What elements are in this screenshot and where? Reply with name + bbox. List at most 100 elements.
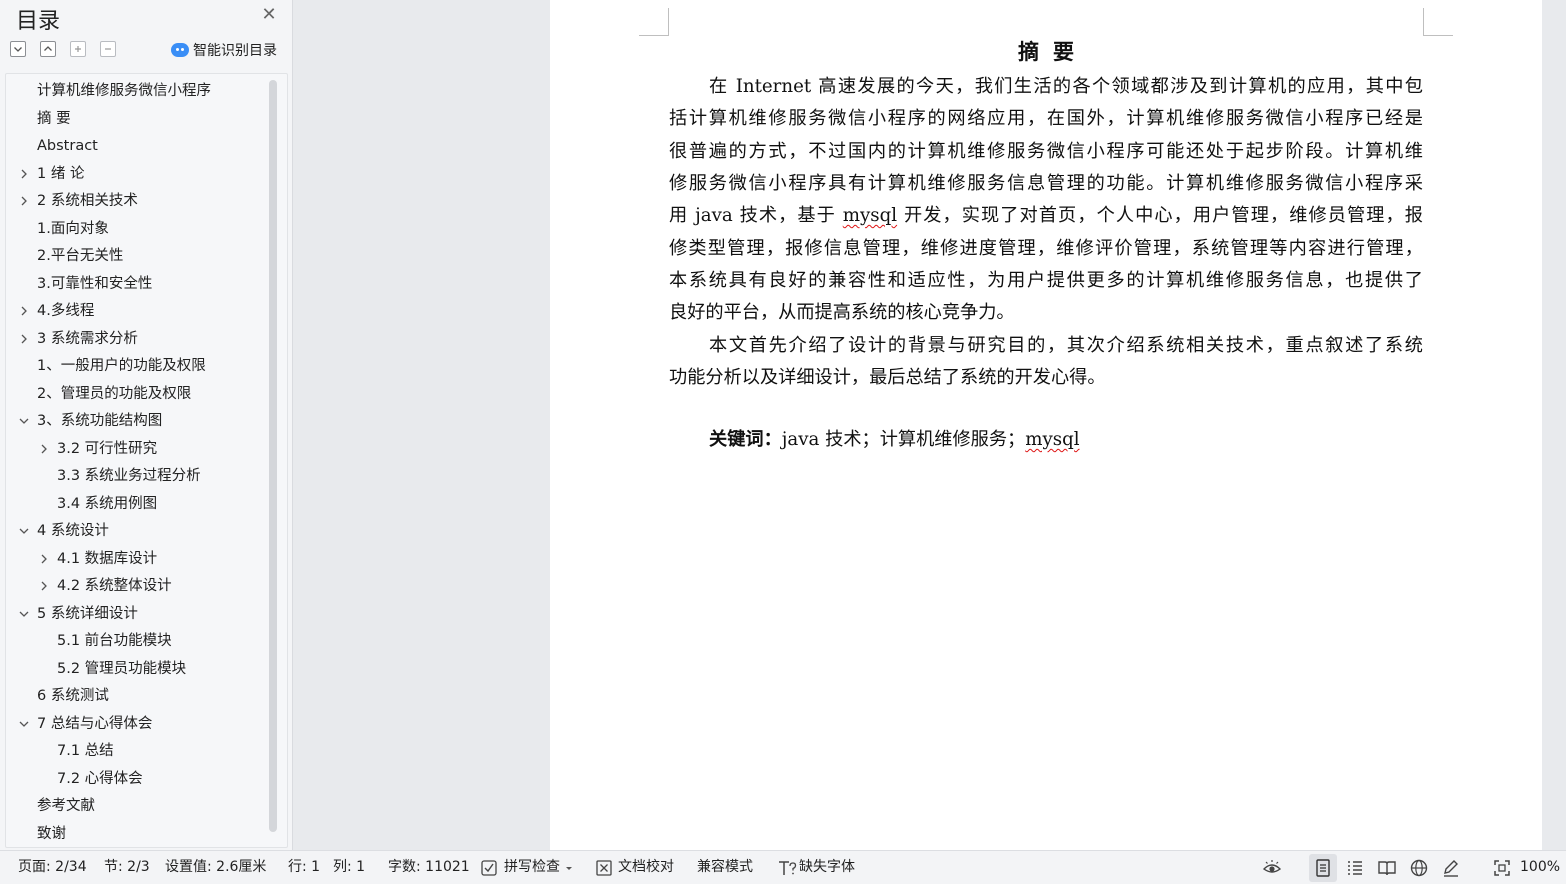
toc-item[interactable]: 3.可靠性和安全性 [15,271,152,297]
toc-title: 目录 [16,9,61,34]
toc-item[interactable]: 4.2 系统整体设计 [35,573,172,599]
compat-mode-label[interactable]: 兼容模式 [697,851,753,884]
setting-value[interactable]: 设置值: 2.6厘米 [165,851,266,884]
expand-all-icon[interactable] [40,41,56,57]
text-run: 良好的平台，从而提高系统的核心竞争力。 [669,302,1015,323]
toc-item[interactable]: 7.1 总结 [35,738,114,764]
toc-item-label: 7.1 总结 [57,743,114,759]
text-run: 功能分析以及详细设计，最后总结了系统的开发心得。 [669,367,1106,388]
spell-check-button[interactable]: 拼写检查 [480,851,574,884]
paragraph-line: 括计算机维修服务微信小程序的网络应用，在国外，计算机维修服务微信小程序已经是 [669,103,1423,135]
chevron-right-icon[interactable] [17,332,31,346]
toc-item[interactable]: 5 系统详细设计 [15,601,138,627]
toc-item[interactable]: 4 系统设计 [15,518,109,544]
toc-scrollbar[interactable] [269,80,277,832]
toc-item-label: 2、管理员的功能及权限 [37,385,192,402]
write-mode-icon[interactable] [1441,858,1461,878]
toc-item[interactable]: 5.2 管理员功能模块 [35,656,186,682]
web-view-icon[interactable] [1409,858,1429,878]
chevron-down-icon[interactable] [17,414,31,428]
missing-font-button[interactable]: 缺失字体 [777,851,855,884]
toc-item-label: 4.多线程 [37,303,95,319]
add-item-icon[interactable] [70,41,86,57]
ai-assistant-icon [171,43,189,57]
keywords-line: 关键词：java 技术；计算机维修服务；mysql [669,424,1423,456]
chevron-right-icon[interactable] [37,579,51,593]
text-run: 括计算机维修服务微信小程序的网络应用，在国外，计算机维修服务微信小程序已经是 [669,108,1423,129]
document-right-margin [1542,0,1566,850]
reading-view-icon[interactable] [1377,858,1397,878]
chevron-right-icon[interactable] [17,304,31,318]
document-margin-area [294,0,550,850]
toc-item-label: 3.3 系统业务过程分析 [57,468,201,484]
proofread-label: 文档校对 [618,859,674,875]
toc-item[interactable]: 计算机维修服务微信小程序 [15,78,211,104]
zoom-level[interactable]: 100% [1520,851,1560,884]
paragraph-line: 功能分析以及详细设计，最后总结了系统的开发心得。 [669,362,1423,394]
page-view-icon[interactable] [1309,854,1337,882]
proofread-button[interactable]: 文档校对 [595,851,674,884]
text-run: 修服务微信小程序具有计算机维修服务信息管理的功能。计算机维修服务微信小程序采 [669,173,1423,194]
abstract-heading: 摘要 [1018,39,1088,64]
toc-item[interactable]: 5.1 前台功能模块 [35,628,172,654]
text-run: 用 java 技术，基于 [669,205,843,226]
chevron-down-icon[interactable] [17,524,31,538]
toc-item[interactable]: 3.3 系统业务过程分析 [35,463,201,489]
fullscreen-icon[interactable] [1492,858,1512,878]
collapse-all-icon[interactable] [10,41,26,57]
toc-item[interactable]: 3.2 可行性研究 [35,436,157,462]
text-run: 在 Internet 高速发展的今天，我们生活的各个领域都涉及到计算机的应用，其… [709,76,1423,97]
toc-item[interactable]: 3.4 系统用例图 [35,491,157,517]
toc-item[interactable]: 致谢 [15,821,66,847]
row-indicator[interactable]: 行: 1 [288,851,320,884]
toc-item[interactable]: 7 总结与心得体会 [15,711,152,737]
text-run: 开发，实现了对首页，个人中心，用户管理，维修员管理，报 [897,205,1423,226]
remove-item-icon[interactable] [100,41,116,57]
toc-item[interactable]: 7.2 心得体会 [35,766,143,792]
toc-item[interactable]: Abstract [15,133,98,159]
toc-item[interactable]: 1 绪 论 [15,161,84,187]
toc-item-label: 2 系统相关技术 [37,193,138,209]
close-icon[interactable]: ✕ [259,5,279,25]
smart-toc-button[interactable]: 智能识别目录 [171,40,277,60]
margin-corner-mark [639,8,669,36]
outline-view-icon[interactable] [1345,858,1365,878]
toc-item-label: 摘 要 [37,110,71,127]
toc-item[interactable]: 6 系统测试 [15,683,109,709]
chevron-right-icon[interactable] [17,194,31,208]
status-bar: 页面: 2/34 节: 2/3 设置值: 2.6厘米 行: 1 列: 1 字数:… [0,850,1566,884]
chevron-down-icon[interactable] [17,607,31,621]
section-indicator[interactable]: 节: 2/3 [104,851,150,884]
toc-item-label: 致谢 [37,825,66,842]
col-indicator[interactable]: 列: 1 [333,851,365,884]
toc-item[interactable]: 4.多线程 [15,298,94,324]
toc-item[interactable]: 1.面向对象 [15,216,109,242]
page-indicator[interactable]: 页面: 2/34 [18,851,87,884]
document-page[interactable]: 摘要 在 Internet 高速发展的今天，我们生活的各个领域都涉及到计算机的应… [550,0,1542,850]
chevron-down-icon[interactable] [17,717,31,731]
toc-item-label: 3.2 可行性研究 [57,440,158,457]
toc-item[interactable]: 参考文献 [15,793,95,819]
margin-corner-mark [1423,8,1453,36]
toc-item[interactable]: 2.平台无关性 [15,243,123,269]
toc-item[interactable]: 3 系统需求分析 [15,326,138,352]
missing-font-icon [779,860,797,875]
toc-item[interactable]: 1、一般用户的功能及权限 [15,353,206,379]
toc-item[interactable]: 2、管理员的功能及权限 [15,381,191,407]
toc-item-label: 5.1 前台功能模块 [57,633,172,649]
toc-item[interactable]: 2 系统相关技术 [15,188,138,214]
chevron-right-icon[interactable] [17,167,31,181]
toc-item[interactable]: 摘 要 [15,106,71,132]
chevron-right-icon[interactable] [37,552,51,566]
toc-item-label: 计算机维修服务微信小程序 [37,83,211,99]
paragraph-line: 用 java 技术，基于 mysql 开发，实现了对首页，个人中心，用户管理，维… [669,200,1423,232]
text-run: 本系统具有良好的兼容性和适应性，为用户提供更多的计算机维修服务信息，也提供了 [669,270,1423,291]
toc-item[interactable]: 3、系统功能结构图 [15,408,162,434]
eye-protection-icon[interactable] [1262,858,1282,878]
chevron-right-icon[interactable] [37,442,51,456]
toc-item-label: 5.2 管理员功能模块 [57,660,187,677]
word-count[interactable]: 字数: 11021 [388,851,470,884]
toc-item-label: 4.2 系统整体设计 [57,578,172,594]
toc-item[interactable]: 4.1 数据库设计 [35,546,157,572]
toc-item-label: 2.平台无关性 [37,248,124,264]
